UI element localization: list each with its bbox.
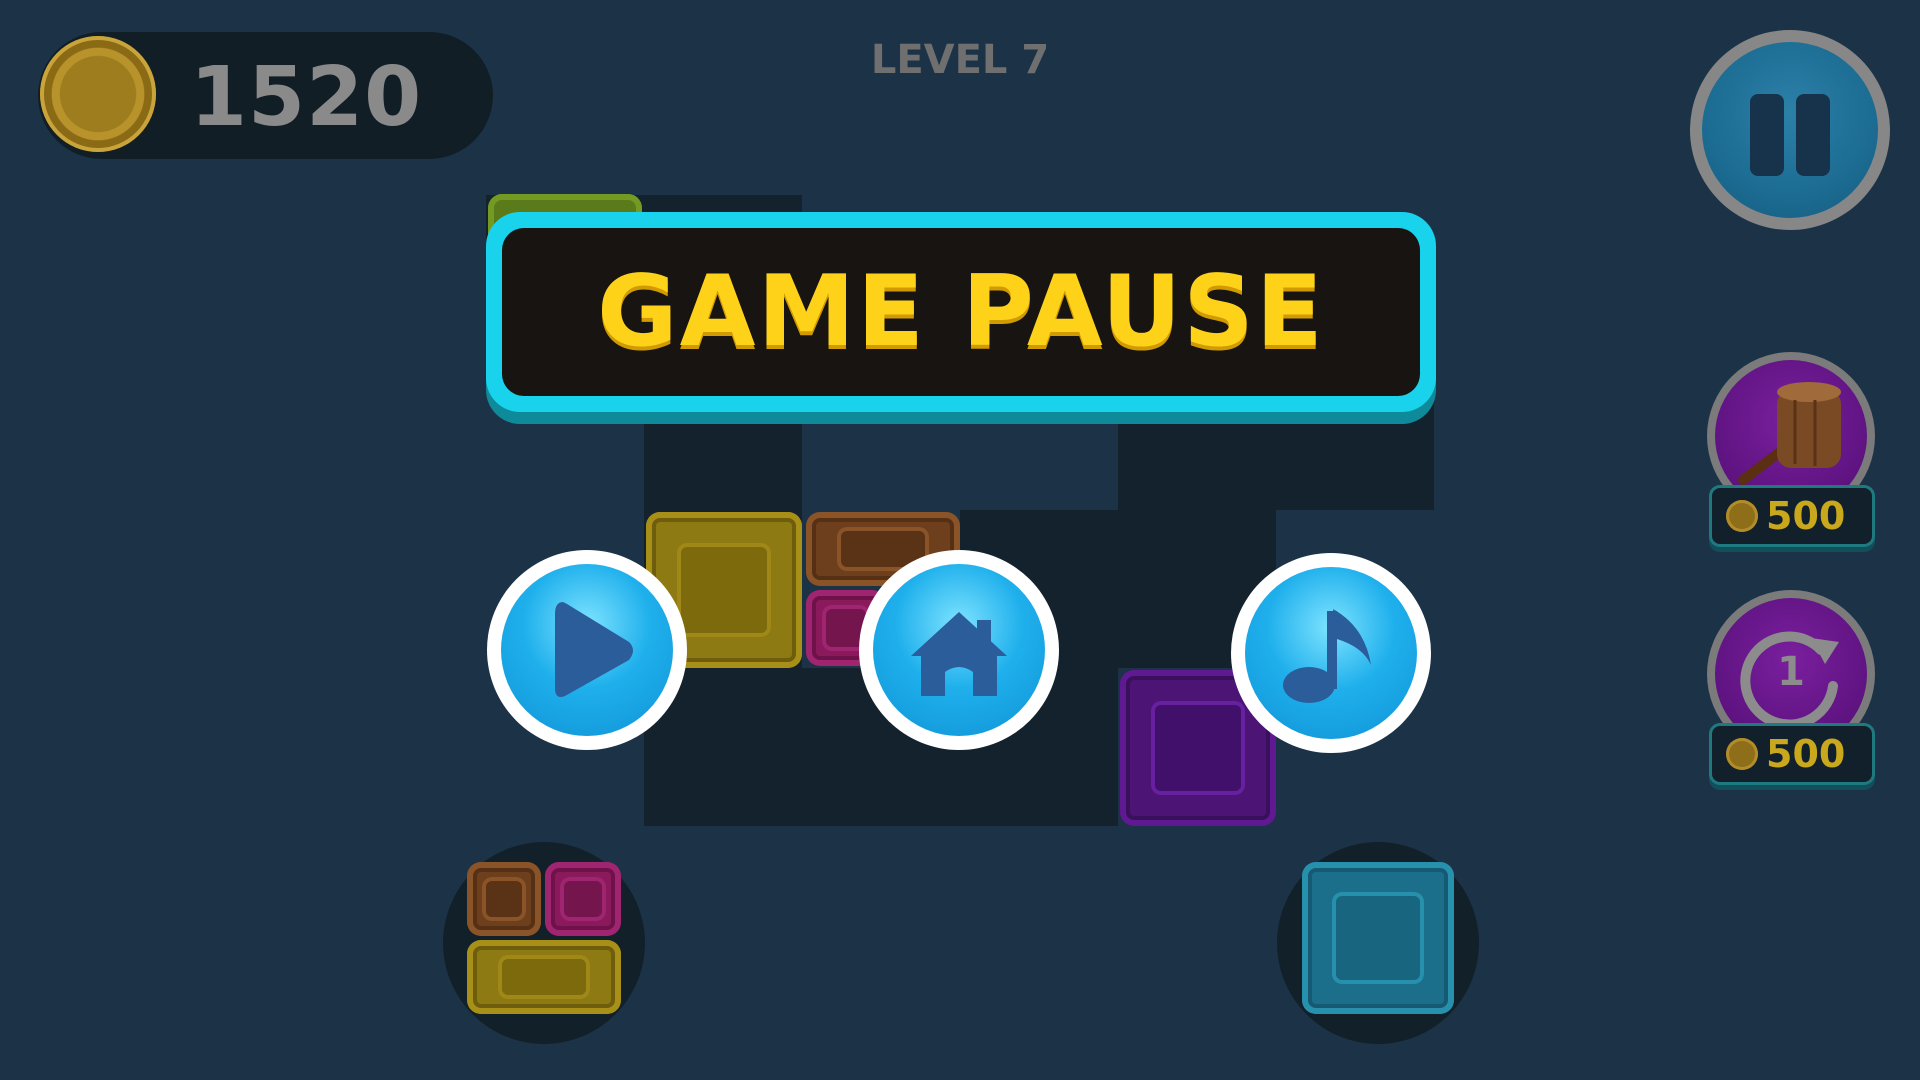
undo-price: 500: [1766, 732, 1846, 776]
banner-panel: GAME PAUSE: [502, 228, 1420, 396]
pause-bar-right: [1796, 94, 1830, 176]
coin-icon: [1726, 738, 1758, 770]
hammer-price-tag: 500: [1712, 488, 1872, 544]
play-icon: [501, 564, 673, 736]
resume-button[interactable]: [487, 550, 687, 750]
tray-block-brown[interactable]: [467, 862, 541, 936]
pause-button[interactable]: [1690, 30, 1890, 230]
pause-icon: [1702, 42, 1878, 218]
pause-banner: GAME PAUSE: [486, 212, 1436, 412]
music-button[interactable]: [1231, 553, 1431, 753]
music-note-icon-graphic: [1283, 609, 1371, 703]
level-label: LEVEL 7: [870, 37, 1050, 83]
pause-bar-left: [1750, 94, 1784, 176]
home-icon: [873, 564, 1045, 736]
tray-block-yellow[interactable]: [467, 940, 621, 1014]
music-note-icon: [1245, 567, 1417, 739]
home-button[interactable]: [859, 550, 1059, 750]
hammer-price: 500: [1766, 494, 1846, 538]
game-screen: 1520 LEVEL 7 500 1 500 GAME PAUSE: [0, 0, 1920, 1080]
home-icon-graphic: [911, 612, 1007, 696]
play-icon-graphic: [555, 602, 633, 697]
pause-title: GAME PAUSE: [597, 255, 1325, 369]
undo-price-tag: 500: [1712, 726, 1872, 782]
tray-block-pink[interactable]: [545, 862, 621, 936]
coin-icon: [40, 36, 156, 152]
undo-count: 1: [1777, 649, 1805, 695]
tray-block-cyan[interactable]: [1302, 862, 1454, 1014]
coin-icon: [1726, 500, 1758, 532]
coin-count: 1520: [190, 50, 423, 145]
